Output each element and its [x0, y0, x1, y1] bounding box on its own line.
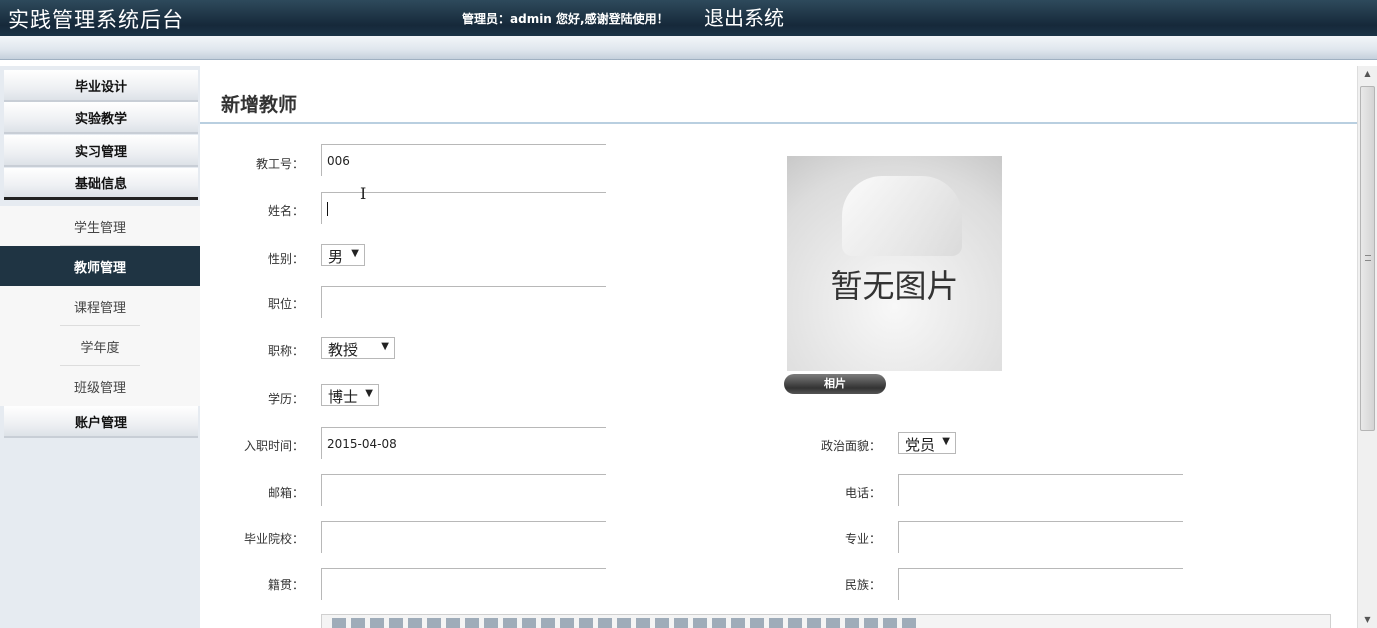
ethnicity-input[interactable]	[898, 568, 1183, 600]
scroll-thumb[interactable]	[1360, 86, 1375, 431]
ethnicity-label: 民族：	[844, 578, 881, 592]
sidebar-item-academic-year[interactable]: 学年度	[0, 326, 200, 366]
sidebar-item-label: 教师管理	[73, 260, 126, 276]
toolbar-button[interactable]	[883, 618, 897, 628]
toolbar-button[interactable]	[427, 618, 441, 628]
gender-label: 性别：	[267, 252, 304, 266]
gender-select[interactable]: 男 ▼	[321, 244, 365, 266]
email-label: 邮箱：	[267, 486, 304, 500]
title-divider	[200, 122, 1357, 124]
name-label: 姓名：	[267, 204, 304, 218]
page-title: 新增教师	[221, 94, 298, 116]
image-placeholder-icon	[842, 176, 962, 256]
toolbar-button[interactable]	[370, 618, 384, 628]
sidebar-item-students[interactable]: 学生管理	[0, 206, 200, 246]
chevron-down-icon: ▼	[942, 436, 950, 447]
academic-title-select[interactable]: 教授 ▼	[321, 337, 395, 359]
native-place-input[interactable]	[321, 568, 606, 600]
sidebar-item-label: 班级管理	[73, 380, 126, 396]
toolbar-button[interactable]	[845, 618, 859, 628]
toolbar-button[interactable]	[560, 618, 574, 628]
toolbar-button[interactable]	[807, 618, 821, 628]
toolbar-button[interactable]	[465, 618, 479, 628]
toolbar-button[interactable]	[522, 618, 536, 628]
education-select[interactable]: 博士 ▼	[321, 384, 379, 406]
school-input[interactable]	[321, 521, 606, 553]
political-status-select[interactable]: 党员 ▼	[898, 432, 956, 454]
toolbar-button[interactable]	[826, 618, 840, 628]
native-place-label: 籍贯：	[267, 578, 304, 592]
text-caret	[327, 202, 328, 216]
chevron-down-icon: ▼	[381, 341, 389, 352]
toolbar-button[interactable]	[579, 618, 593, 628]
toolbar-button[interactable]	[712, 618, 726, 628]
education-label: 学历：	[267, 392, 304, 406]
toolbar-button[interactable]	[598, 618, 612, 628]
toolbar-button[interactable]	[655, 618, 669, 628]
toolbar-button[interactable]	[351, 618, 365, 628]
toolbar-button[interactable]	[541, 618, 555, 628]
main-content: 新增教师 教工号： 006 姓名： 性别： 男 ▼ 职位： 职称： 教授 ▼ 学历：…	[200, 66, 1357, 628]
toolbar-button[interactable]	[446, 618, 460, 628]
hire-date-input[interactable]: 2015-04-08	[321, 427, 606, 459]
major-label: 专业：	[844, 532, 881, 546]
top-header: 实践管理系统后台 管理员：admin 您好,感谢登陆使用！ 退出系统	[0, 0, 1377, 36]
school-label: 毕业院校：	[243, 532, 304, 546]
no-image-text: 暂无图片	[830, 267, 959, 305]
hire-date-label: 入职时间：	[243, 439, 304, 453]
title-label: 职称：	[267, 344, 304, 358]
logout-link[interactable]: 退出系统	[704, 2, 784, 31]
sidebar-group-internship[interactable]: 实习管理	[4, 135, 198, 167]
toolbar-button[interactable]	[750, 618, 764, 628]
major-input[interactable]	[898, 521, 1183, 553]
toolbar-button[interactable]	[389, 618, 403, 628]
sidebar-item-label: 学年度	[80, 340, 120, 356]
sidebar-group-lab-teaching[interactable]: 实验教学	[4, 102, 198, 134]
toolbar-button[interactable]	[788, 618, 802, 628]
phone-input[interactable]	[898, 474, 1183, 506]
toolbar-button[interactable]	[864, 618, 878, 628]
admin-welcome-text: 管理员：admin 您好,感谢登陆使用！	[462, 12, 669, 26]
chevron-down-icon: ▼	[365, 388, 373, 399]
sidebar-group-graduation-design[interactable]: 毕业设计	[4, 70, 198, 102]
app-title: 实践管理系统后台	[8, 8, 184, 32]
toolbar-button[interactable]	[731, 618, 745, 628]
sidebar-item-teachers[interactable]: 教师管理	[0, 246, 200, 286]
toolbar-button[interactable]	[902, 618, 916, 628]
toolbar-button[interactable]	[636, 618, 650, 628]
toolbar-button[interactable]	[617, 618, 631, 628]
sidebar-item-courses[interactable]: 课程管理	[0, 286, 200, 326]
sidebar-group-accounts[interactable]: 账户管理	[4, 406, 198, 438]
position-input[interactable]	[321, 286, 606, 318]
toolbar-button[interactable]	[769, 618, 783, 628]
toolbar-button[interactable]	[332, 618, 346, 628]
phone-label: 电话：	[844, 486, 881, 500]
scroll-up-arrow-icon[interactable]: ▲	[1358, 66, 1377, 82]
sidebar: 毕业设计 实验教学 实习管理 基础信息 学生管理 教师管理 课程管理 学年度 班…	[0, 66, 200, 628]
toolbar-button[interactable]	[693, 618, 707, 628]
sidebar-item-label: 学生管理	[73, 220, 126, 236]
chevron-down-icon: ▼	[351, 248, 359, 259]
editor-toolbar[interactable]	[321, 614, 1331, 628]
toolbar-button[interactable]	[484, 618, 498, 628]
employee-no-input[interactable]: 006	[321, 144, 606, 176]
grip-icon	[1365, 255, 1371, 261]
political-status-label: 政治面貌：	[820, 439, 881, 453]
email-input[interactable]	[321, 474, 606, 506]
sidebar-item-classes[interactable]: 班级管理	[0, 366, 200, 406]
photo-upload-button[interactable]: 相片	[784, 374, 886, 394]
toolbar-button[interactable]	[408, 618, 422, 628]
sidebar-group-basic-info[interactable]: 基础信息	[4, 168, 198, 200]
employee-no-label: 教工号：	[255, 157, 304, 171]
toolbar-button[interactable]	[503, 618, 517, 628]
vertical-scrollbar[interactable]: ▲ ▼	[1357, 66, 1377, 628]
position-label: 职位：	[267, 297, 304, 311]
toolbar-button[interactable]	[674, 618, 688, 628]
ibeam-cursor-icon: I	[360, 184, 367, 203]
photo-placeholder: 暂无图片	[787, 156, 1002, 371]
scroll-down-arrow-icon[interactable]: ▼	[1358, 612, 1377, 628]
sidebar-item-label: 课程管理	[73, 300, 126, 316]
header-subbar	[0, 36, 1377, 60]
